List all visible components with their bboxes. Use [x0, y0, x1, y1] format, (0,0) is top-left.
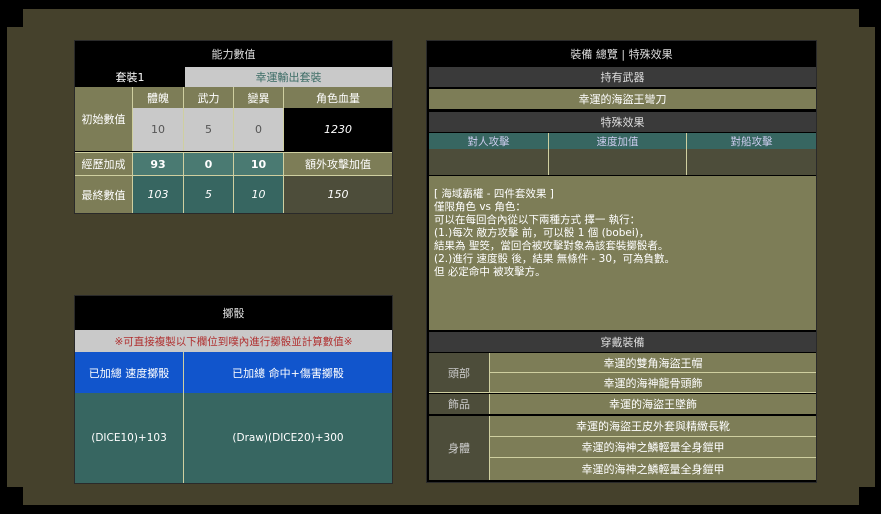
set-label: 套裝1: [115, 71, 145, 84]
ability-panel: 能力數值 套裝1 幸運輸出套裝 初始數值 體魄 武力 變異 角色血量 10 5 …: [74, 40, 393, 214]
initial-force[interactable]: 5: [184, 108, 234, 151]
exp-physique: 93: [133, 152, 184, 175]
extra-attack-header: 額外攻擊加值: [284, 152, 392, 175]
dice-panel: 擲骰 ※可直接複製以下欄位到噗內進行擲骰並計算數值※ 已加總 速度擲骰 已加總 …: [74, 295, 393, 484]
exp-mutation: 10: [234, 152, 284, 175]
head-item[interactable]: 幸運的雙角海盜王帽: [490, 353, 816, 373]
set-effect-description: [ 海域霸權 - 四件套效果 ] 僅限角色 vs 角色： 可以在每回合內從以下兩…: [429, 176, 816, 330]
head-item[interactable]: 幸運的海神龍骨頭飾: [490, 373, 816, 393]
body-item[interactable]: 幸運的海盜王皮外套與精緻長靴: [490, 416, 816, 437]
hit-damage-dice-value[interactable]: (Draw)(DICE20)+300: [184, 393, 392, 483]
col-header: 體魄: [133, 87, 184, 108]
effect-col-ship: 對船攻擊: [687, 133, 816, 149]
final-force: 5: [184, 175, 234, 213]
row-label-initial: 初始數值: [75, 87, 133, 151]
dice-notice: ※可直接複製以下欄位到噗內進行擲骰並計算數值※: [75, 330, 392, 352]
extra-attack-value[interactable]: 150: [284, 175, 392, 213]
effect-col-speed: 速度加值: [549, 133, 687, 149]
weapon-name[interactable]: 幸運的海盜王彎刀: [429, 89, 816, 109]
effect-val-person: [429, 149, 549, 175]
ability-title: 能力數值: [211, 48, 256, 61]
row-label-exp: 經歷加成: [75, 152, 133, 175]
effect-val-speed: [549, 149, 687, 175]
equip-panel: 裝備 總覽 | 特殊效果 持有武器 幸運的海盜王彎刀 特殊效果 對人攻擊 速度加…: [426, 40, 817, 483]
frame-corner: [859, 9, 875, 27]
desc-line: (2.)進行 速度骰 後，結果 無條件 - 30，可為負數。: [434, 253, 676, 265]
desc-line: 可以在每回合內從以下兩種方式 擇一 執行：: [434, 214, 641, 226]
effect-val-ship: [687, 149, 816, 175]
set-value[interactable]: 幸運輸出套裝: [185, 67, 392, 87]
desc-line: 結果為 聖筊，當回合被攻擊對象為該套裝擲骰者。: [434, 240, 669, 252]
initial-physique[interactable]: 10: [133, 108, 184, 151]
final-mutation: 10: [234, 175, 284, 213]
exp-force: 0: [184, 152, 234, 175]
desc-line: (1.)每次 敵方攻擊 前，可以骰 1 個 (bobei)，: [434, 227, 650, 239]
frame-corner: [859, 487, 875, 505]
desc-line: 但 必定命中 被攻擊方。: [434, 266, 546, 278]
body-item[interactable]: 幸運的海神之鱗輕量全身鎧甲: [490, 458, 816, 480]
effect-col-person: 對人攻擊: [429, 133, 549, 149]
hit-damage-dice-header: 已加總 命中+傷害擲骰: [184, 352, 392, 393]
slot-label-accessory: 飾品: [429, 394, 490, 414]
col-header: 角色血量: [284, 87, 392, 108]
speed-dice-header: 已加總 速度擲骰: [75, 352, 184, 393]
desc-line: 僅限角色 vs 角色：: [434, 201, 526, 213]
frame-corner: [7, 487, 23, 505]
speed-dice-value[interactable]: (DICE10)+103: [75, 393, 184, 483]
row-label-final: 最終數值: [75, 175, 133, 213]
slot-label-head: 頭部: [429, 353, 490, 393]
equip-title: 裝備 總覽 | 特殊效果: [570, 48, 673, 61]
desc-line: [ 海域霸權 - 四件套效果 ]: [434, 188, 554, 200]
final-physique: 103: [133, 175, 184, 213]
slot-label-body: 身體: [429, 416, 490, 480]
accessory-item[interactable]: 幸運的海盜王墜飾: [490, 394, 816, 414]
initial-hp[interactable]: 1230: [284, 108, 392, 151]
col-header: 武力: [184, 87, 234, 108]
wear-header: 穿戴裝備: [429, 332, 816, 352]
frame-corner: [7, 9, 23, 27]
effect-header: 特殊效果: [429, 112, 816, 132]
weapon-header: 持有武器: [429, 67, 816, 87]
col-header: 變異: [234, 87, 284, 108]
initial-mutation[interactable]: 0: [234, 108, 284, 151]
dice-title: 擲骰: [222, 307, 245, 320]
body-item[interactable]: 幸運的海神之鱗輕量全身鎧甲: [490, 437, 816, 458]
